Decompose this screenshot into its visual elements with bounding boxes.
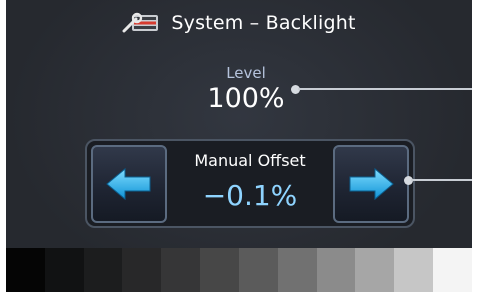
arrow-left-icon bbox=[106, 167, 151, 201]
level-value: 100% bbox=[207, 83, 285, 114]
gray-ramp-cell bbox=[238, 248, 278, 292]
wrench-settings-icon bbox=[122, 12, 159, 33]
gray-ramp bbox=[6, 248, 472, 292]
increase-offset-button[interactable] bbox=[333, 145, 409, 223]
gray-ramp-cell bbox=[355, 248, 395, 292]
decrease-offset-button[interactable] bbox=[91, 145, 167, 223]
gray-ramp-cell bbox=[277, 248, 317, 292]
gray-ramp-cell bbox=[200, 248, 239, 292]
manual-offset-label: Manual Offset bbox=[194, 151, 306, 170]
gray-ramp-cell bbox=[316, 248, 356, 292]
gray-ramp-cell bbox=[122, 248, 162, 292]
arrow-right-icon bbox=[349, 167, 394, 201]
gray-ramp-cell bbox=[394, 248, 434, 292]
level-label: Level bbox=[226, 64, 266, 82]
gray-ramp-cell bbox=[44, 248, 84, 292]
gray-ramp-cell bbox=[433, 248, 472, 292]
backlight-screen: System – Backlight Level 100% Manual Off… bbox=[6, 0, 472, 292]
manual-offset-value: −0.1% bbox=[202, 179, 298, 212]
level-callout-line bbox=[298, 88, 472, 90]
gray-ramp-cell bbox=[161, 248, 201, 292]
gray-ramp-cell bbox=[83, 248, 123, 292]
manual-offset-panel: Manual Offset −0.1% bbox=[85, 139, 415, 228]
title-bar: System – Backlight bbox=[6, 6, 472, 40]
page-title: System – Backlight bbox=[171, 12, 356, 34]
offset-callout-line bbox=[411, 179, 472, 181]
gray-ramp-cell bbox=[6, 248, 45, 292]
